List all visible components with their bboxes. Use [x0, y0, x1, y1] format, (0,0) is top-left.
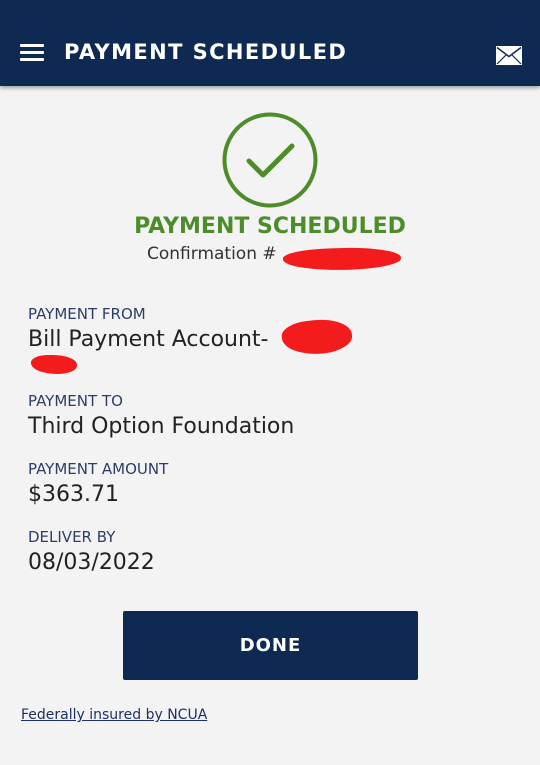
- app-header: PAYMENT SCHEDULED: [0, 0, 540, 86]
- status-title: PAYMENT SCHEDULED: [134, 214, 406, 239]
- page-title: PAYMENT SCHEDULED: [64, 40, 348, 64]
- payment-to-label: PAYMENT TO: [28, 392, 123, 410]
- payment-amount-label: PAYMENT AMOUNT: [28, 460, 169, 478]
- payment-from-value: Bill Payment Account-: [28, 327, 269, 352]
- confirmation-label: Confirmation #: [147, 244, 277, 264]
- redacted-account-number: [280, 316, 354, 358]
- hamburger-menu-icon[interactable]: [20, 44, 44, 62]
- redacted-confirmation-number: [282, 245, 402, 273]
- deliver-by-label: DELIVER BY: [28, 528, 116, 546]
- redacted-account-suffix: [31, 355, 77, 374]
- payment-from-label: PAYMENT FROM: [28, 305, 146, 323]
- payment-to-value: Third Option Foundation: [28, 414, 295, 439]
- deliver-by-value: 08/03/2022: [28, 550, 155, 575]
- done-button[interactable]: DONE: [123, 611, 418, 680]
- confirmation-number: Confirmation #: [147, 244, 277, 264]
- payment-amount-value: $363.71: [28, 482, 119, 507]
- ncua-link[interactable]: Federally insured by NCUA: [21, 707, 207, 723]
- envelope-icon[interactable]: [496, 46, 522, 65]
- check-circle-icon: [222, 112, 318, 208]
